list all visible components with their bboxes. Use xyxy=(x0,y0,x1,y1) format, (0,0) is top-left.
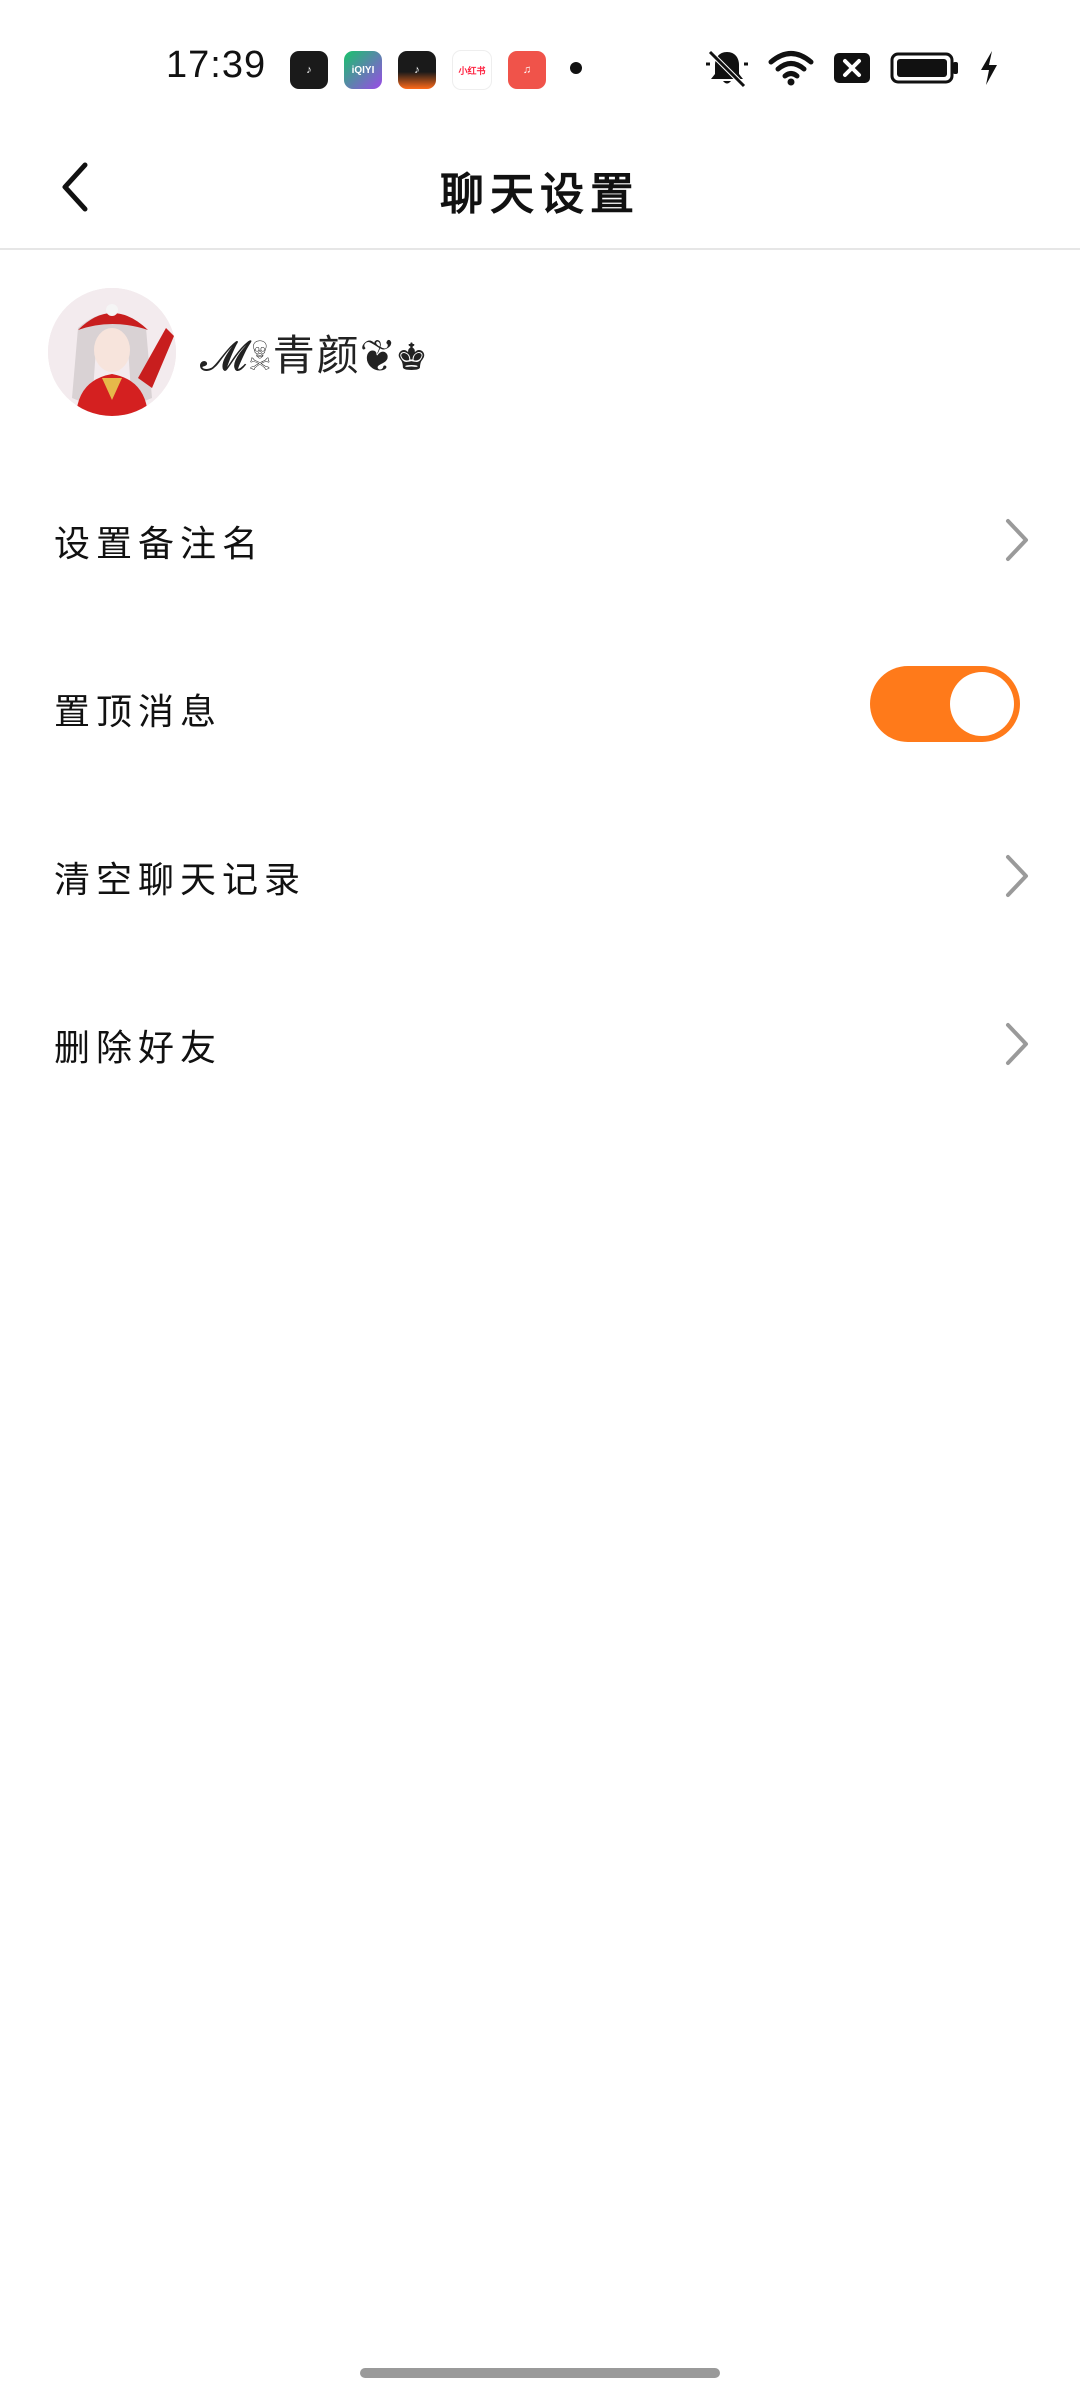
tiktok-app-icon: ♪ xyxy=(290,51,328,89)
settings-list: 设置备注名 置顶消息 清空聊天记录 删除好友 xyxy=(0,455,1080,1127)
avatar[interactable] xyxy=(48,288,176,416)
iqiyi-app-icon: iQIYI xyxy=(344,51,382,89)
setting-remark-name[interactable]: 设置备注名 xyxy=(0,455,1080,623)
setting-clear-chat-history[interactable]: 清空聊天记录 xyxy=(0,791,1080,959)
chevron-right-icon xyxy=(1006,519,1028,561)
xiaohongshu-app-icon: 小红书 xyxy=(452,50,492,90)
sim-off-icon xyxy=(834,53,870,83)
setting-label: 删除好友 xyxy=(54,1028,223,1069)
setting-label: 清空聊天记录 xyxy=(54,860,307,901)
home-indicator[interactable] xyxy=(360,2368,720,2378)
music-app-icon: ♫ xyxy=(508,51,546,89)
header-bar: 聊天设置 xyxy=(0,130,1080,250)
more-notifications-dot-icon xyxy=(570,62,582,74)
pin-message-toggle[interactable] xyxy=(870,666,1020,742)
profile-card[interactable]: 𝓜☠青颜❦♚ xyxy=(48,287,430,417)
avatar-image xyxy=(48,288,176,416)
wifi-icon xyxy=(768,51,814,86)
chevron-right-icon xyxy=(1006,855,1028,897)
toggle-knob xyxy=(950,672,1014,736)
status-bar: 17:39 ♪ iQIYI ♪ 小红书 ♫ xyxy=(0,0,1080,130)
charging-icon xyxy=(981,51,997,85)
profile-name: 𝓜☠青颜❦♚ xyxy=(200,330,431,380)
tiktok-lite-app-icon: ♪ xyxy=(398,51,436,89)
page-title: 聊天设置 xyxy=(440,169,640,220)
mute-icon xyxy=(706,50,748,88)
battery-icon xyxy=(890,52,958,84)
status-indicators xyxy=(704,48,1000,88)
setting-delete-friend[interactable]: 删除好友 xyxy=(0,959,1080,1127)
chevron-right-icon xyxy=(1006,1023,1028,1065)
setting-label: 设置备注名 xyxy=(54,524,265,565)
status-time: 17:39 xyxy=(166,44,267,86)
setting-label: 置顶消息 xyxy=(54,692,223,733)
notification-app-icons: ♪ iQIYI ♪ 小红书 ♫ xyxy=(290,50,546,90)
